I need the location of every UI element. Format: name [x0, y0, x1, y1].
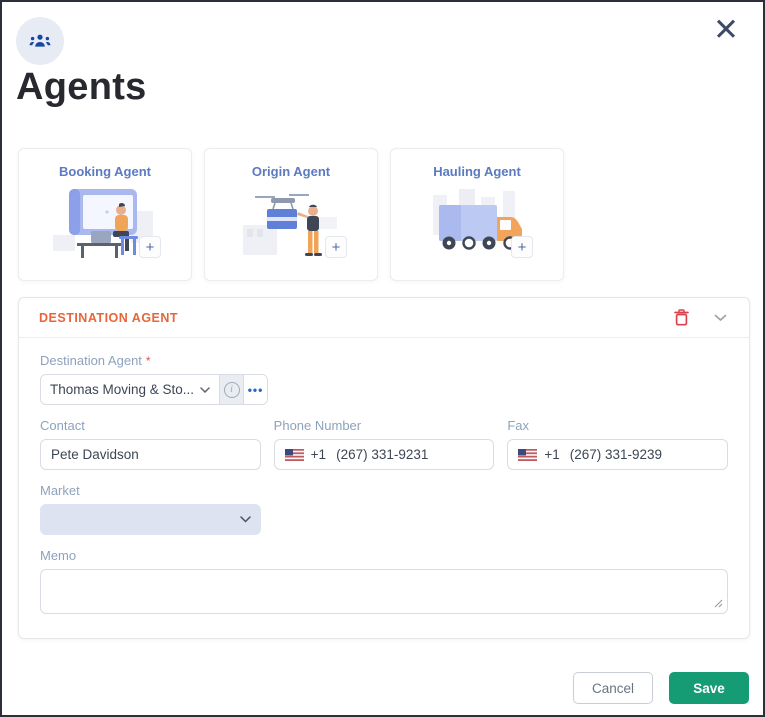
chevron-down-icon: [200, 386, 210, 393]
agents-modal: Agents ✕ Booking Agent + Origin Agent + …: [0, 0, 765, 717]
phone-dial-code: +1: [310, 447, 327, 462]
agent-more-options-button[interactable]: •••: [244, 375, 267, 404]
destination-agent-header: DESTINATION AGENT: [19, 298, 749, 338]
destination-agent-value: Thomas Moving & Sto...: [50, 382, 195, 397]
destination-agent-label: Destination Agent *: [40, 353, 151, 368]
collapse-section-button[interactable]: [712, 312, 729, 324]
market-select[interactable]: [40, 504, 261, 535]
info-icon: i: [223, 381, 240, 398]
contact-label: Contact: [40, 418, 85, 433]
agent-cards-row: Booking Agent + Origin Agent + Hauling A…: [18, 148, 564, 281]
trash-icon: [674, 309, 689, 326]
agent-info-button[interactable]: i: [220, 375, 245, 404]
destination-agent-select[interactable]: Thomas Moving & Sto...: [41, 375, 221, 404]
fax-dial-code: +1: [544, 447, 560, 462]
destination-agent-panel: DESTINATION AGENT Destination Agent * Th…: [18, 297, 750, 639]
page-title: Agents: [16, 66, 147, 108]
users-group-icon: [29, 34, 51, 47]
destination-agent-section-title: DESTINATION AGENT: [39, 310, 179, 325]
required-asterisk: *: [145, 354, 151, 368]
origin-agent-card: Origin Agent +: [204, 148, 378, 281]
fax-number-value: (267) 331-9239: [569, 447, 663, 462]
agents-badge: [16, 17, 64, 65]
us-flag-icon: [518, 448, 538, 461]
phone-number-label: Phone Number: [273, 418, 362, 433]
hauling-agent-title: Hauling Agent: [433, 164, 521, 179]
cancel-button[interactable]: Cancel: [573, 672, 653, 704]
us-flag-icon: [284, 448, 304, 461]
memo-label: Memo: [40, 548, 77, 563]
chevron-down-icon: [240, 516, 251, 523]
origin-agent-title: Origin Agent: [251, 164, 331, 179]
add-booking-agent-button[interactable]: +: [139, 236, 161, 258]
market-label: Market: [40, 483, 80, 498]
fax-input[interactable]: +1 (267) 331-9239: [507, 439, 729, 470]
phone-number-value: (267) 331-9231: [336, 447, 429, 462]
booking-agent-title: Booking Agent: [59, 164, 151, 179]
save-button[interactable]: Save: [669, 672, 749, 704]
contact-input[interactable]: [40, 439, 261, 470]
add-origin-agent-button[interactable]: +: [325, 236, 347, 258]
add-hauling-agent-button[interactable]: +: [511, 236, 533, 258]
phone-number-input[interactable]: +1 (267) 331-9231: [273, 439, 495, 470]
delete-destination-agent-button[interactable]: [672, 307, 691, 328]
destination-agent-control-group: Thomas Moving & Sto... i •••: [40, 374, 268, 405]
memo-input[interactable]: [40, 569, 728, 614]
close-icon[interactable]: ✕: [709, 10, 743, 49]
booking-agent-card: Booking Agent +: [18, 148, 192, 281]
chevron-down-icon: [714, 314, 727, 321]
hauling-agent-card: Hauling Agent +: [390, 148, 564, 281]
fax-label: Fax: [507, 418, 530, 433]
